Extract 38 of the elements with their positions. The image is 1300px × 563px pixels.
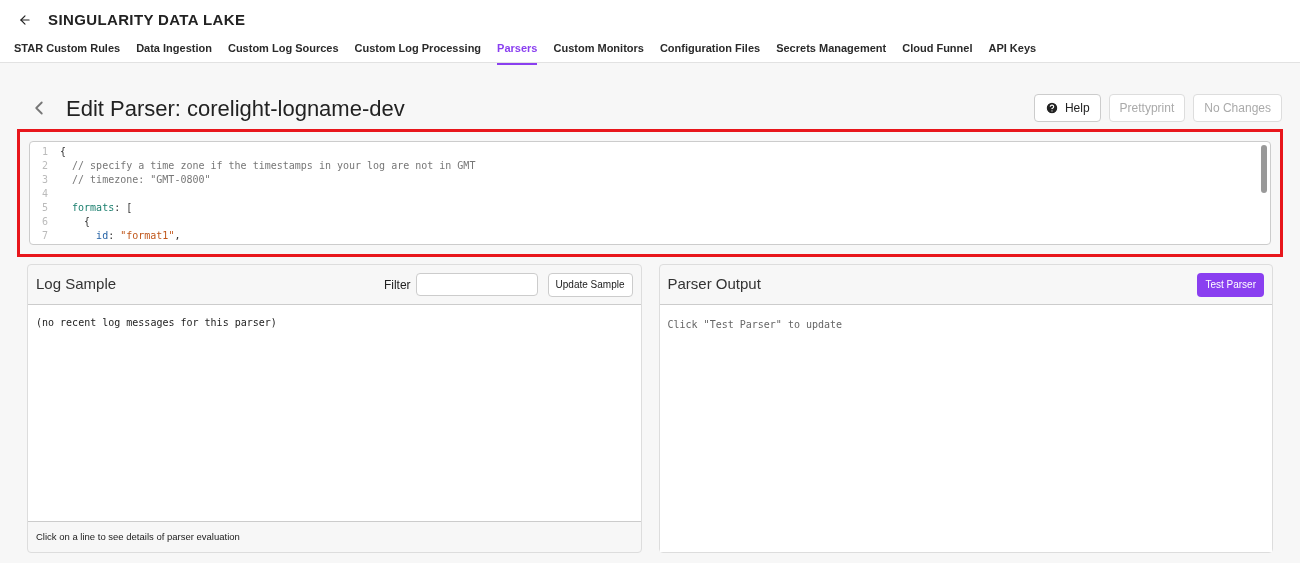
panel-title: Parser Output bbox=[667, 274, 761, 295]
output-message: Click "Test Parser" to update bbox=[667, 319, 843, 330]
nav-tab[interactable]: Custom Log Processing bbox=[354, 40, 482, 65]
nav-tab[interactable]: Parsers bbox=[497, 40, 538, 65]
code-line: { bbox=[83, 214, 91, 229]
filter-label: Filter bbox=[383, 276, 411, 294]
nav-tab[interactable]: Secrets Management bbox=[776, 40, 887, 65]
app-title: SINGULARITY DATA LAKE bbox=[48, 9, 246, 30]
nav-tab[interactable]: Configuration Files bbox=[659, 40, 761, 65]
code-editor[interactable]: 1 { 2 // specify a time zone if the timestamps in your log are not in GMT 3 // timezone: "GMT-0800" 4 5 formats: [ 6 { 7 id: "format1", bbox=[29, 141, 1271, 245]
filter-field[interactable] bbox=[415, 273, 538, 296]
line-number: 7 bbox=[40, 228, 48, 243]
line-number: 3 bbox=[40, 172, 48, 187]
page-title: Edit Parser: corelight-logname-dev bbox=[66, 94, 405, 123]
line-number: 5 bbox=[40, 200, 48, 215]
line-number: 4 bbox=[40, 186, 48, 201]
nav-tab[interactable]: Custom Log Sources bbox=[227, 40, 339, 65]
line-number: 6 bbox=[40, 214, 48, 229]
code-line: // timezone: "GMT-0800" bbox=[71, 172, 211, 187]
scrollbar-thumb[interactable] bbox=[1261, 145, 1267, 193]
nav-tab[interactable]: STAR Custom Rules bbox=[14, 40, 121, 65]
code-line: formats: [ bbox=[71, 200, 133, 215]
log-message: (no recent log messages for this parser) bbox=[36, 317, 277, 328]
help-button[interactable]: Help bbox=[1033, 94, 1101, 122]
footer-hint: Click on a line to see details of parser evaluation bbox=[36, 529, 240, 544]
nav-tab[interactable]: API Keys bbox=[988, 40, 1037, 65]
code-line: // specify a time zone if the timestamps in your log are not in GMT bbox=[71, 158, 476, 173]
code-line: { bbox=[60, 144, 67, 159]
code-line: id: "format1", bbox=[95, 228, 181, 243]
nav-tab[interactable]: Cloud Funnel bbox=[902, 40, 973, 65]
help-icon bbox=[1044, 101, 1059, 115]
nav-tab[interactable]: Custom Monitors bbox=[553, 40, 644, 65]
panel-title: Log Sample bbox=[36, 274, 117, 295]
line-number: 1 bbox=[40, 144, 48, 159]
update-sample-button[interactable]: Update Sample bbox=[547, 272, 633, 297]
nav-tab[interactable]: Data Ingestion bbox=[136, 40, 212, 65]
line-number: 2 bbox=[40, 158, 48, 173]
test-parser-button[interactable]: Test Parser bbox=[1197, 272, 1264, 297]
